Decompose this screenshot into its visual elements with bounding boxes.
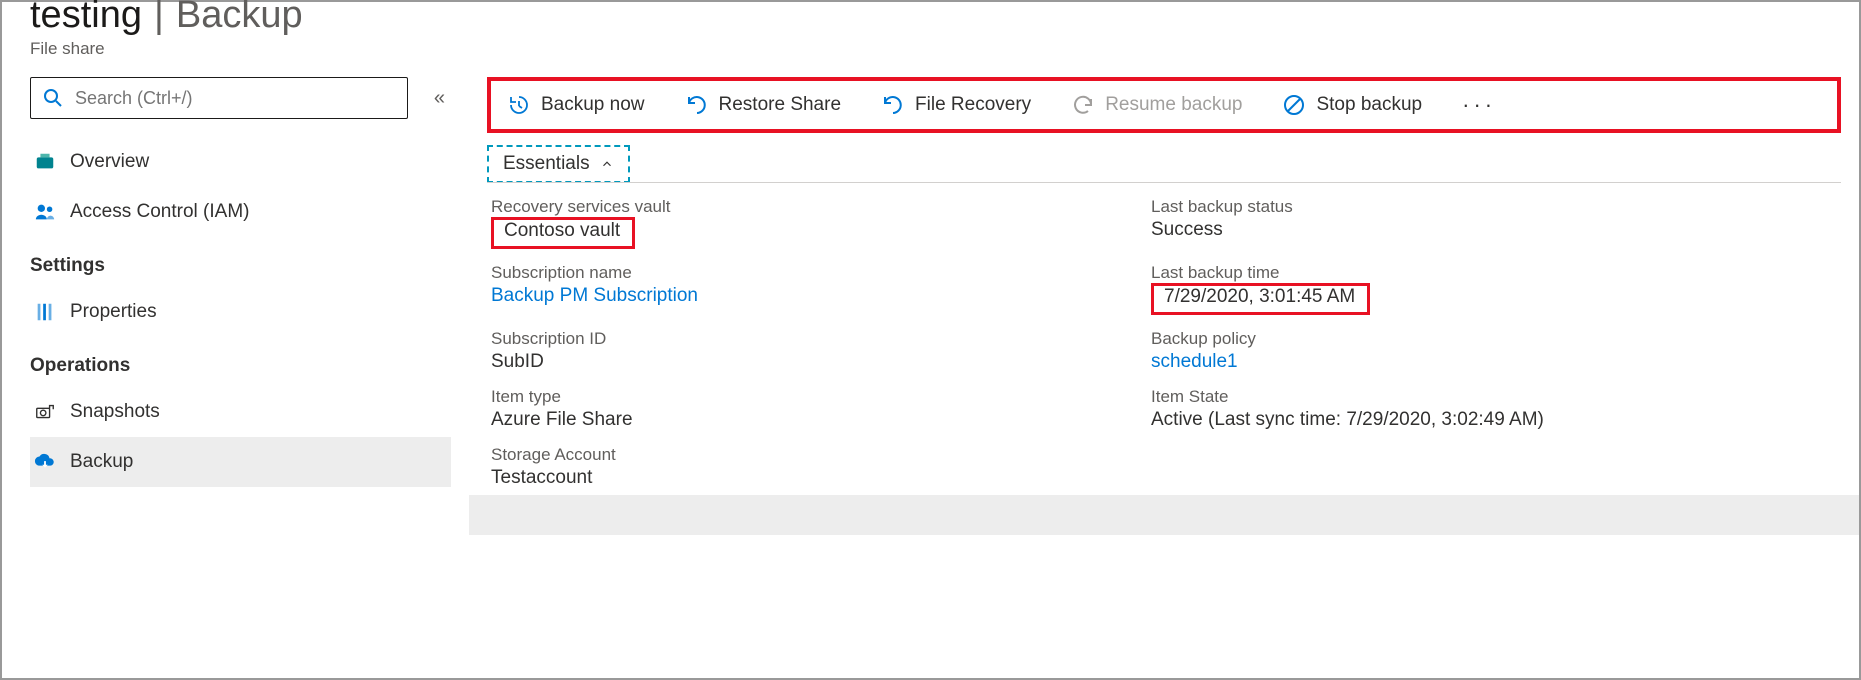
field-storage-account: Storage Account Testaccount: [491, 445, 1111, 489]
search-input[interactable]: [75, 88, 397, 109]
backup-icon: [32, 451, 58, 473]
page-subtitle: File share: [30, 39, 1859, 59]
field-label: Storage Account: [491, 445, 1111, 465]
field-value: Azure File Share: [491, 409, 1111, 431]
highlight-annotation: Contoso vault: [491, 217, 635, 249]
essentials-toggle[interactable]: Essentials: [487, 145, 630, 183]
main-content: Backup now Restore Share File Recovery R…: [469, 69, 1859, 678]
field-label: Backup policy: [1151, 329, 1841, 349]
stop-backup-button[interactable]: Stop backup: [1276, 89, 1428, 121]
field-last-backup-time: Last backup time 7/29/2020, 3:01:45 AM: [1151, 263, 1841, 315]
search-box[interactable]: [30, 77, 408, 119]
sidebar-item-overview[interactable]: Overview: [30, 137, 451, 187]
sidebar-item-access-control[interactable]: Access Control (IAM): [30, 187, 451, 237]
field-value: SubID: [491, 351, 1111, 373]
essentials-label: Essentials: [503, 153, 590, 175]
field-label: Item State: [1151, 387, 1841, 407]
sidebar-item-backup[interactable]: Backup: [30, 437, 451, 487]
essentials-panel: Recovery services vault Contoso vault La…: [487, 183, 1841, 489]
prohibit-icon: [1282, 93, 1306, 117]
sidebar: « Overview Access Control (IAM) Settings: [2, 69, 469, 678]
field-value: Active (Last sync time: 7/29/2020, 3:02:…: [1151, 409, 1841, 431]
chevron-up-icon: [600, 157, 614, 171]
sidebar-section-settings: Settings: [30, 237, 451, 287]
subscription-link[interactable]: Backup PM Subscription: [491, 285, 1111, 307]
resume-backup-button: Resume backup: [1065, 89, 1248, 121]
footer-strip: [469, 495, 1859, 535]
field-value: 7/29/2020, 3:01:45 AM: [1151, 285, 1841, 315]
page-title: testing | Backup: [30, 0, 1859, 37]
sidebar-item-label: Overview: [70, 151, 149, 173]
button-label: Resume backup: [1105, 94, 1242, 116]
field-recovery-vault: Recovery services vault Contoso vault: [491, 197, 1111, 249]
field-label: Subscription ID: [491, 329, 1111, 349]
people-icon: [32, 201, 58, 223]
title-separator: |: [154, 0, 164, 37]
page-header: testing | Backup File share: [2, 2, 1859, 69]
backup-now-icon: [507, 93, 531, 117]
field-last-backup-status: Last backup status Success: [1151, 197, 1841, 249]
field-empty: [1151, 445, 1841, 489]
button-label: Backup now: [541, 94, 645, 116]
overview-icon: [32, 151, 58, 173]
undo-icon: [685, 93, 709, 117]
field-value: Success: [1151, 219, 1841, 241]
field-backup-policy: Backup policy schedule1: [1151, 329, 1841, 373]
field-subscription-id: Subscription ID SubID: [491, 329, 1111, 373]
button-label: File Recovery: [915, 94, 1031, 116]
field-item-state: Item State Active (Last sync time: 7/29/…: [1151, 387, 1841, 431]
field-item-type: Item type Azure File Share: [491, 387, 1111, 431]
field-label: Item type: [491, 387, 1111, 407]
undo-icon: [881, 93, 905, 117]
button-label: Stop backup: [1316, 94, 1422, 116]
search-icon: [41, 86, 65, 110]
sidebar-item-label: Access Control (IAM): [70, 201, 249, 223]
file-recovery-button[interactable]: File Recovery: [875, 89, 1037, 121]
title-suffix: Backup: [176, 0, 303, 37]
backup-now-button[interactable]: Backup now: [501, 89, 651, 121]
snapshots-icon: [32, 401, 58, 423]
sidebar-item-snapshots[interactable]: Snapshots: [30, 387, 451, 437]
sidebar-item-properties[interactable]: Properties: [30, 287, 451, 337]
button-label: Restore Share: [719, 94, 842, 116]
collapse-sidebar-button[interactable]: «: [428, 81, 451, 116]
sidebar-item-label: Properties: [70, 301, 157, 323]
properties-icon: [32, 301, 58, 323]
field-label: Subscription name: [491, 263, 1111, 283]
field-value: Contoso vault: [491, 219, 1111, 249]
field-label: Last backup time: [1151, 263, 1841, 283]
field-subscription-name: Subscription name Backup PM Subscription: [491, 263, 1111, 315]
toolbar-highlight-annotation: Backup now Restore Share File Recovery R…: [487, 77, 1841, 133]
field-label: Recovery services vault: [491, 197, 1111, 217]
field-label: Last backup status: [1151, 197, 1841, 217]
field-value: Testaccount: [491, 467, 1111, 489]
refresh-icon: [1071, 93, 1095, 117]
sidebar-item-label: Backup: [70, 451, 133, 473]
more-actions-button[interactable]: ···: [1456, 92, 1502, 118]
highlight-annotation: 7/29/2020, 3:01:45 AM: [1151, 283, 1370, 315]
restore-share-button[interactable]: Restore Share: [679, 89, 848, 121]
sidebar-item-label: Snapshots: [70, 401, 160, 423]
backup-policy-link[interactable]: schedule1: [1151, 351, 1841, 373]
title-prefix: testing: [30, 0, 142, 37]
sidebar-section-operations: Operations: [30, 337, 451, 387]
